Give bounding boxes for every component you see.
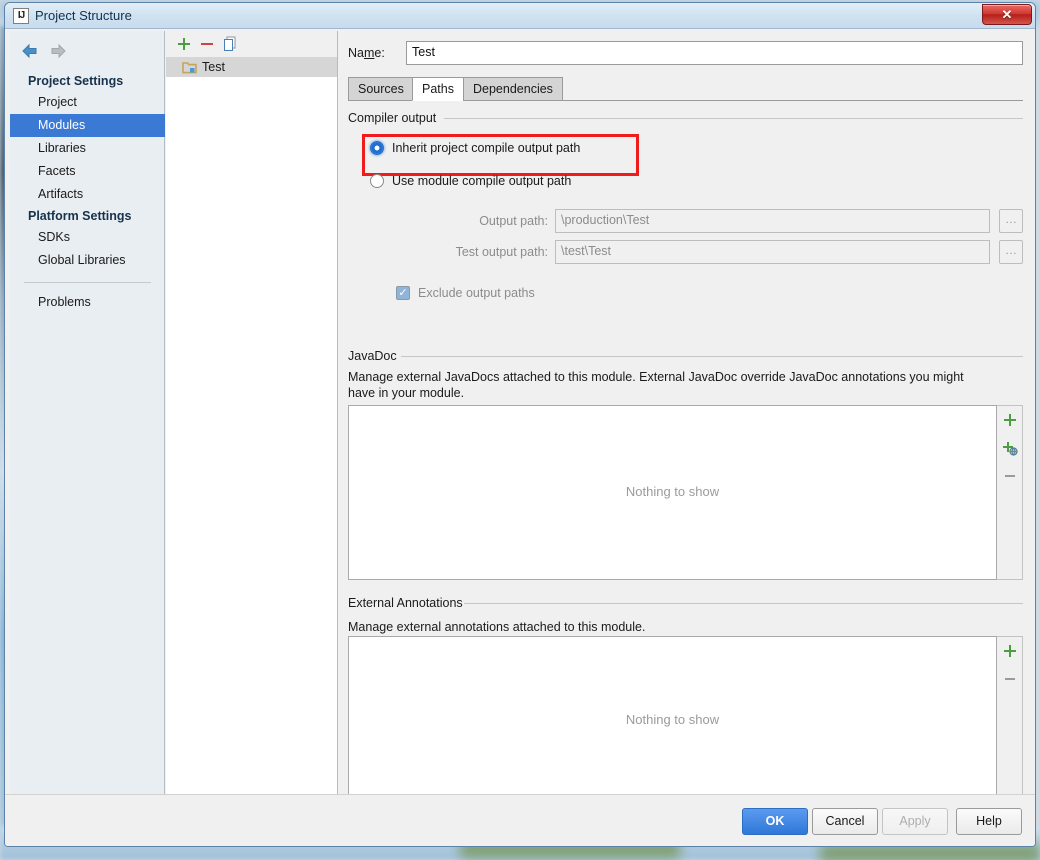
output-path-input[interactable]: \production\Test bbox=[555, 209, 990, 233]
javadoc-group-label: JavaDoc bbox=[348, 349, 403, 363]
module-editor-pane: Name: Test Sources Paths Dependencies Co… bbox=[339, 31, 1031, 821]
module-folder-icon bbox=[182, 61, 197, 74]
group-divider bbox=[401, 356, 1023, 357]
copy-icon[interactable] bbox=[220, 34, 240, 54]
modules-panel: Test bbox=[166, 31, 338, 821]
settings-sidebar: Project Settings Project Modules Librari… bbox=[10, 31, 165, 821]
radio-use-module-output-path[interactable]: Use module compile output path bbox=[370, 174, 571, 188]
sidebar-item-libraries[interactable]: Libraries bbox=[10, 137, 165, 160]
sidebar-item-artifacts[interactable]: Artifacts bbox=[10, 183, 165, 206]
test-output-path-row: Test output path: \test\Test … bbox=[348, 240, 1023, 264]
remove-annotation-button[interactable] bbox=[998, 665, 1022, 693]
modules-list: Test bbox=[166, 57, 337, 821]
project-structure-dialog: IJ Project Structure ✕ Project Setting bbox=[4, 2, 1036, 847]
list-item[interactable]: Test bbox=[166, 57, 337, 77]
ellipsis-icon[interactable]: … bbox=[999, 209, 1023, 233]
external-annotations-list[interactable]: Nothing to show bbox=[348, 636, 997, 806]
add-javadoc-button[interactable] bbox=[998, 406, 1022, 434]
compiler-output-group-label: Compiler output bbox=[348, 111, 442, 125]
sidebar-item-sdks[interactable]: SDKs bbox=[10, 226, 165, 249]
javadoc-list[interactable]: Nothing to show bbox=[348, 405, 997, 580]
module-name-label: Name: bbox=[348, 46, 385, 60]
module-name-input[interactable]: Test bbox=[406, 41, 1023, 65]
external-annotations-description: Manage external annotations attached to … bbox=[348, 619, 991, 635]
close-icon[interactable]: ✕ bbox=[982, 4, 1032, 25]
sidebar-group-project-settings: Project Settings bbox=[10, 71, 165, 91]
modules-toolbar bbox=[166, 31, 337, 57]
external-annotations-group-label: External Annotations bbox=[348, 596, 469, 610]
sidebar-item-facets[interactable]: Facets bbox=[10, 160, 165, 183]
javadoc-empty-text: Nothing to show bbox=[349, 484, 996, 499]
exclude-output-paths-label: Exclude output paths bbox=[418, 286, 535, 300]
radio-button-icon bbox=[370, 174, 384, 188]
apply-button[interactable]: Apply bbox=[882, 808, 948, 835]
dialog-button-bar: OK Cancel Apply Help bbox=[5, 794, 1035, 846]
external-annotations-empty-text: Nothing to show bbox=[349, 712, 996, 727]
minus-icon[interactable] bbox=[197, 34, 217, 54]
dialog-titlebar: IJ Project Structure ✕ bbox=[5, 3, 1035, 29]
test-output-path-input[interactable]: \test\Test bbox=[555, 240, 990, 264]
sidebar-item-project[interactable]: Project bbox=[10, 91, 165, 114]
plus-icon[interactable] bbox=[174, 34, 194, 54]
cancel-button[interactable]: Cancel bbox=[812, 808, 878, 835]
test-output-path-label: Test output path: bbox=[348, 245, 548, 259]
sidebar-navigation bbox=[18, 41, 78, 63]
group-divider bbox=[464, 603, 1023, 604]
help-button[interactable]: Help bbox=[956, 808, 1022, 835]
tab-sources[interactable]: Sources bbox=[348, 77, 414, 101]
radio-use-module-label: Use module compile output path bbox=[392, 174, 571, 188]
sidebar-item-problems[interactable]: Problems bbox=[10, 291, 165, 314]
checkbox-checked-icon: ✓ bbox=[396, 286, 410, 300]
exclude-output-paths-row[interactable]: ✓ Exclude output paths bbox=[396, 286, 535, 300]
mnemonic-underline: m bbox=[364, 46, 374, 60]
module-name-row: Name: Test bbox=[348, 41, 1023, 67]
radio-inherit-label: Inherit project compile output path bbox=[392, 141, 580, 155]
module-editor-tabs: Sources Paths Dependencies bbox=[348, 77, 1023, 101]
tab-dependencies[interactable]: Dependencies bbox=[463, 77, 563, 101]
remove-javadoc-button[interactable] bbox=[998, 462, 1022, 490]
output-path-row: Output path: \production\Test … bbox=[348, 209, 1023, 233]
sidebar-item-global-libraries[interactable]: Global Libraries bbox=[10, 249, 165, 272]
compiler-output-group: Compiler output Inherit project compile … bbox=[348, 111, 1023, 326]
tab-paths[interactable]: Paths bbox=[412, 77, 464, 101]
add-javadoc-url-button[interactable] bbox=[998, 434, 1022, 462]
sidebar-group-platform-settings: Platform Settings bbox=[10, 206, 165, 226]
intellij-idea-icon: IJ bbox=[13, 8, 29, 24]
sidebar-separator bbox=[24, 282, 151, 283]
ok-button[interactable]: OK bbox=[742, 808, 808, 835]
dialog-title: Project Structure bbox=[35, 8, 132, 23]
radio-inherit-output-path[interactable]: Inherit project compile output path bbox=[370, 141, 580, 155]
arrow-left-icon[interactable] bbox=[20, 41, 42, 61]
javadoc-description: Manage external JavaDocs attached to thi… bbox=[348, 369, 991, 401]
add-annotation-button[interactable] bbox=[998, 637, 1022, 665]
sidebar-items: Project Settings Project Modules Librari… bbox=[10, 71, 165, 314]
group-divider bbox=[444, 118, 1023, 119]
module-name: Test bbox=[202, 60, 225, 74]
dialog-body: Project Settings Project Modules Librari… bbox=[5, 29, 1035, 846]
ellipsis-icon[interactable]: … bbox=[999, 240, 1023, 264]
external-annotations-side-toolbar bbox=[997, 636, 1023, 806]
sidebar-item-modules[interactable]: Modules bbox=[10, 114, 165, 137]
arrow-right-icon[interactable] bbox=[48, 41, 70, 61]
output-path-label: Output path: bbox=[348, 214, 548, 228]
javadoc-side-toolbar bbox=[997, 405, 1023, 580]
radio-button-selected-icon bbox=[370, 141, 384, 155]
